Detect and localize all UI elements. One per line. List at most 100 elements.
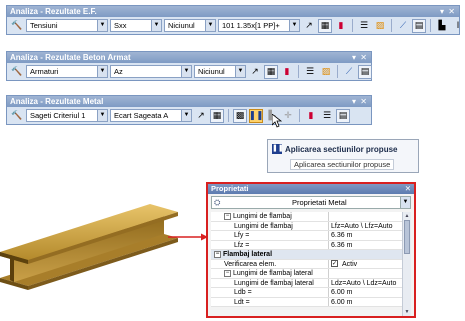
chevron-down-icon: ▼ <box>181 110 191 121</box>
filter-icon: ⛭ <box>214 198 221 207</box>
scale-bar-icon[interactable]: ▮ <box>334 19 348 33</box>
property-key-text: Lungimi de flambaj <box>234 222 293 230</box>
select-value: Niciunul <box>168 21 195 30</box>
extra-select[interactable]: Niciunul ▼ <box>194 65 246 78</box>
legend-icon[interactable]: ☰ <box>303 65 317 79</box>
hammer-icon[interactable]: 🔨 <box>10 65 24 79</box>
chevron-down-icon[interactable]: ▾ <box>352 96 356 107</box>
table-icon[interactable]: ▤ <box>358 64 372 79</box>
property-value[interactable]: Lfz=Auto \ Lfz=Auto <box>329 222 404 231</box>
criterion-select[interactable]: Sageti Criteriul 1 ▼ <box>26 109 108 122</box>
pointer-arrow <box>168 233 208 241</box>
section-edit-icon[interactable]: ✛ <box>281 109 295 123</box>
hammer-icon[interactable]: 🔨 <box>10 19 24 33</box>
property-grid: − Lungimi de flambaj Lungimi de flambaj Lfz… <box>211 212 404 307</box>
result-type-select[interactable]: Tensiuni ▼ <box>26 19 108 32</box>
deflection-select[interactable]: Ecart Sageata A ▼ <box>110 109 192 122</box>
toolbar-title: Analiza - Rezultate Beton Armat <box>10 53 131 62</box>
load-case-select[interactable]: 101 1.35x[1 PP]+ ▼ <box>218 19 300 32</box>
palette-icon[interactable]: ▨ <box>373 19 387 33</box>
close-icon[interactable]: ✕ <box>360 96 367 107</box>
select-value: Armaturi <box>30 67 59 76</box>
property-value-text: 6.36 m <box>331 241 353 249</box>
checkbox[interactable]: ✓ <box>331 260 338 268</box>
table-icon[interactable]: ▤ <box>336 108 350 123</box>
property-value[interactable]: Ldz=Auto \ Ldz=Auto <box>329 279 404 288</box>
property-key-text: Ldb = <box>234 289 252 296</box>
scale-bar-icon[interactable]: ▮ <box>280 65 294 79</box>
chevron-down-icon: ▼ <box>151 20 161 31</box>
property-value[interactable]: 6.00 m <box>329 288 404 297</box>
select-value: 101 1.35x[1 PP]+ <box>222 21 280 30</box>
separator <box>228 109 229 122</box>
component-select[interactable]: Sxx ▼ <box>110 19 162 32</box>
diagram-icon[interactable]: ⟋ <box>342 65 356 79</box>
palette-icon[interactable]: ▨ <box>319 65 333 79</box>
collapse-icon[interactable]: − <box>224 269 231 277</box>
property-value[interactable] <box>329 212 404 221</box>
property-row[interactable]: Verificarea elem. ✓ Activ <box>211 259 404 269</box>
diagram-icon[interactable]: ⟋ <box>396 19 410 33</box>
grid-view-icon[interactable]: ▩ <box>233 108 247 123</box>
tooltip: ❚❚ Aplicarea sectiunilor propuse Aplicar… <box>267 139 419 173</box>
vertical-scrollbar[interactable]: ▲ ▼ <box>402 212 411 316</box>
apply-sections-icon: ❚❚ <box>272 144 284 154</box>
separator <box>391 19 392 32</box>
apply-sections-icon[interactable]: ❚❚ <box>248 108 264 123</box>
properties-type-select[interactable]: ⛭ Proprietati Metal ▼ <box>211 196 411 209</box>
wand-icon[interactable]: ↗ <box>194 109 208 123</box>
map-icon[interactable]: ▦ <box>318 18 332 33</box>
property-row[interactable]: Lfy = 6.36 m <box>211 231 404 241</box>
map-icon[interactable]: ▦ <box>210 108 224 123</box>
extra-select[interactable]: Niciunul ▼ <box>164 19 216 32</box>
chevron-down-icon: ▼ <box>97 66 107 77</box>
property-value[interactable]: ✓ Activ <box>329 260 404 269</box>
property-value[interactable]: 6.00 m <box>329 298 404 307</box>
scroll-up-icon[interactable]: ▲ <box>403 212 411 220</box>
legend-icon[interactable]: ☰ <box>357 19 371 33</box>
map-icon[interactable]: ▦ <box>264 64 278 79</box>
chevron-down-icon: ▼ <box>181 66 191 77</box>
legend-icon[interactable]: ☰ <box>320 109 334 123</box>
toolbar-title-bar[interactable]: Analiza - Rezultate Metal ▾ ✕ <box>7 96 371 107</box>
wand-icon[interactable]: ↗ <box>248 65 262 79</box>
property-value[interactable] <box>329 269 404 278</box>
property-value[interactable]: 6.36 m <box>329 241 404 250</box>
property-key: Lfz = <box>211 240 329 249</box>
collapse-icon[interactable]: − <box>224 212 231 220</box>
toolbar-title-bar[interactable]: Analiza - Rezultate Beton Armat ▾ ✕ <box>7 52 371 63</box>
bars-icon[interactable]: ▙ <box>435 19 449 33</box>
property-value[interactable]: 6.36 m <box>329 231 404 240</box>
tooltip-title: Aplicarea sectiunilor propuse <box>285 144 398 154</box>
chevron-down-icon[interactable]: ▾ <box>352 52 356 63</box>
select-value: Proprietati Metal <box>292 198 347 207</box>
component-select[interactable]: Az ▼ <box>110 65 192 78</box>
properties-title-bar[interactable]: Proprietati ✕ <box>208 184 414 194</box>
property-row[interactable]: Ldb = 6.00 m <box>211 288 404 298</box>
chevron-down-icon[interactable]: ▾ <box>440 6 444 17</box>
property-row[interactable]: Ldt = 6.00 m <box>211 297 404 307</box>
property-value-text: Lfz=Auto \ Lfz=Auto <box>331 222 393 230</box>
chevron-down-icon: ▼ <box>289 20 299 31</box>
scroll-thumb[interactable] <box>404 220 410 254</box>
property-row[interactable]: Lungimi de flambaj lateral Ldz=Auto \ Ldz… <box>211 278 404 288</box>
property-category[interactable]: − Flambaj lateral <box>211 250 404 260</box>
toolbar-title-bar[interactable]: Analiza - Rezultate E.F. ▾ ✕ <box>7 6 459 17</box>
select-value: Tensiuni <box>30 21 58 30</box>
scroll-down-icon[interactable]: ▼ <box>403 308 411 316</box>
property-row[interactable]: − Lungimi de flambaj lateral <box>211 269 404 279</box>
scale-bar-icon[interactable]: ▮ <box>304 109 318 123</box>
close-icon[interactable]: ✕ <box>448 6 455 17</box>
toolbar-title: Analiza - Rezultate E.F. <box>10 7 97 16</box>
result-type-select[interactable]: Armaturi ▼ <box>26 65 108 78</box>
property-row[interactable]: − Lungimi de flambaj <box>211 212 404 222</box>
table-icon[interactable]: ▤ <box>412 18 426 33</box>
wand-icon[interactable]: ↗ <box>302 19 316 33</box>
section-icon[interactable]: I <box>451 19 465 33</box>
hammer-icon[interactable]: 🔨 <box>10 109 24 123</box>
property-row[interactable]: Lfz = 6.36 m <box>211 240 404 250</box>
close-icon[interactable]: ✕ <box>405 184 411 194</box>
collapse-icon[interactable]: − <box>214 250 221 258</box>
property-row[interactable]: Lungimi de flambaj Lfz=Auto \ Lfz=Auto <box>211 221 404 231</box>
close-icon[interactable]: ✕ <box>360 52 367 63</box>
